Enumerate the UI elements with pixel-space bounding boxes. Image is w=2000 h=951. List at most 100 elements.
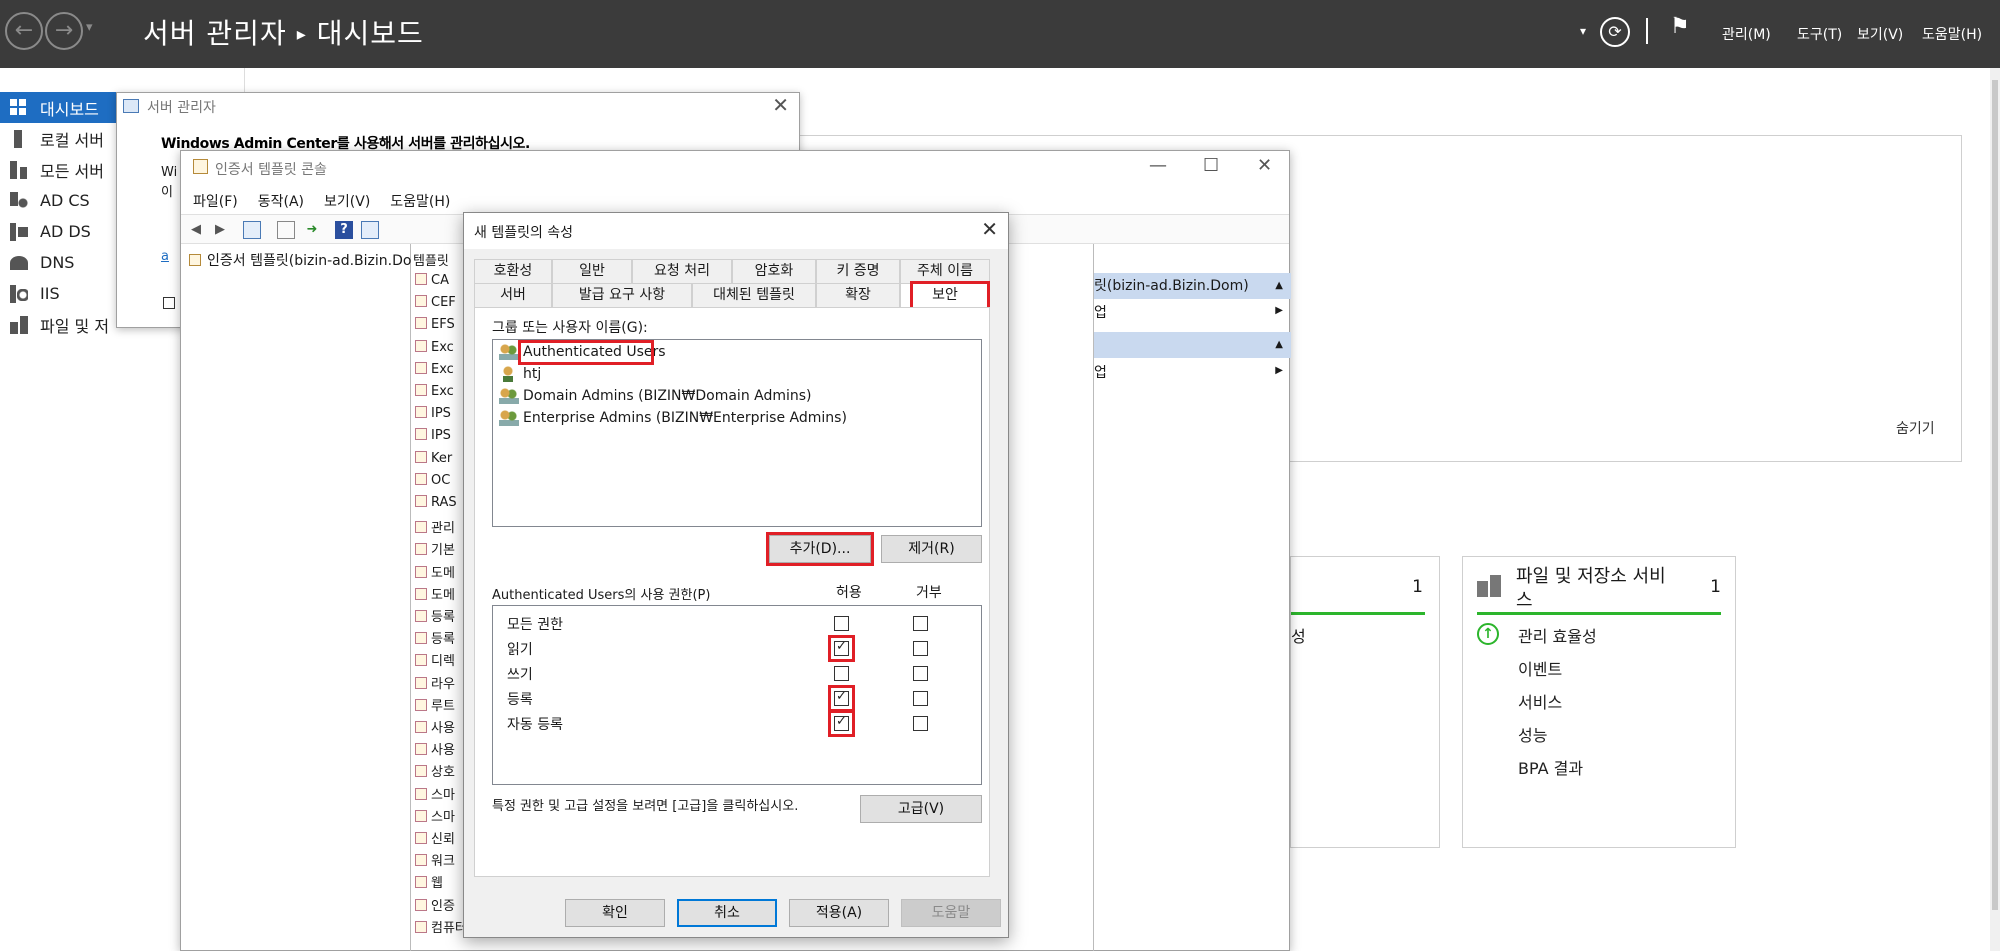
user-list[interactable]: Authenticated Users htj Domain Admins (B… — [492, 339, 982, 527]
template-list-item[interactable]: 사용 — [415, 739, 455, 758]
tab-key-attestation[interactable]: 키 증명 — [816, 259, 900, 283]
tile-row[interactable]: 성 — [1291, 623, 1306, 647]
nav-item-adcs[interactable]: AD CS — [0, 185, 120, 216]
template-list-item[interactable]: RAS — [415, 495, 457, 510]
tab-general[interactable]: 일반 — [552, 259, 632, 283]
template-list-item[interactable]: 인증 — [415, 895, 455, 914]
nav-item-local-server[interactable]: 로컬 서버 — [0, 123, 120, 154]
hide-link[interactable]: 숨기기 — [1896, 418, 1935, 438]
template-list-item[interactable]: 라우 — [415, 673, 455, 692]
menu-action[interactable]: 동작(A) — [258, 191, 304, 211]
template-list-item[interactable]: 도메 — [415, 584, 455, 603]
template-list-item[interactable]: Exc — [415, 339, 454, 355]
menu-tools[interactable]: 도구(T) — [1797, 24, 1842, 44]
properties-icon[interactable] — [277, 221, 295, 239]
template-list-item[interactable]: IPS — [415, 428, 451, 443]
collapse-icon[interactable]: ▲ — [1275, 332, 1283, 358]
template-list-item[interactable]: 기본 — [415, 539, 455, 558]
history-dropdown-icon[interactable]: ▾ — [86, 20, 93, 35]
deny-checkbox[interactable] — [913, 691, 928, 706]
forward-icon[interactable]: ▶ — [211, 221, 229, 239]
notification-dropdown-icon[interactable]: ▾ — [1580, 24, 1586, 38]
flag-icon[interactable]: ⚑ — [1670, 14, 1690, 39]
tile-row-bpa[interactable]: BPA 결과 — [1518, 755, 1583, 779]
role-tile-partial[interactable]: 1 성 — [1290, 556, 1440, 848]
remove-button[interactable]: 제거(R) — [881, 535, 982, 563]
template-list-item[interactable]: 도메 — [415, 562, 455, 581]
action-pane-icon[interactable] — [361, 221, 379, 239]
action-header-2[interactable]: ▲ — [1094, 332, 1291, 358]
scrollbar-thumb[interactable] — [1992, 80, 1998, 910]
user-item-enterprise-admins[interactable]: Enterprise Admins (BIZIN₩Enterprise Admi… — [499, 410, 847, 426]
user-item-domain-admins[interactable]: Domain Admins (BIZIN₩Domain Admins) — [499, 388, 812, 404]
nav-item-iis[interactable]: IIS — [0, 278, 120, 309]
template-list-item[interactable]: 등록 — [415, 628, 455, 647]
template-list-item[interactable]: 관리 — [415, 517, 455, 536]
user-item-htj[interactable]: htj — [499, 366, 541, 382]
tab-server[interactable]: 서버 — [474, 283, 552, 307]
tab-cryptography[interactable]: 암호화 — [732, 259, 816, 283]
menu-manage[interactable]: 관리(M) — [1722, 24, 1771, 44]
deny-checkbox[interactable] — [913, 616, 928, 631]
maximize-icon[interactable]: ☐ — [1203, 155, 1219, 176]
allow-checkbox[interactable] — [834, 666, 849, 681]
template-list-item[interactable]: 상호 — [415, 761, 455, 780]
advanced-button[interactable]: 고급(V) — [860, 795, 982, 823]
template-list-item[interactable]: 컴퓨터 — [415, 917, 467, 936]
template-list-item[interactable]: 디렉 — [415, 650, 455, 669]
deny-checkbox[interactable] — [913, 641, 928, 656]
template-list-item[interactable]: 스마 — [415, 784, 455, 803]
tab-compatibility[interactable]: 호환성 — [474, 259, 552, 283]
template-list-item[interactable]: CA — [415, 273, 449, 288]
action-more-2[interactable]: 업 ▶ — [1094, 362, 1291, 386]
template-list-item[interactable]: OC — [415, 472, 450, 488]
back-icon[interactable]: ◀ — [187, 221, 205, 239]
action-header[interactable]: 릿(bizin-ad.Bizin.Dom) ▲ — [1094, 273, 1291, 299]
template-list-item[interactable]: Ker — [415, 450, 452, 466]
nav-item-dns[interactable]: DNS — [0, 247, 120, 278]
apply-button[interactable]: 적용(A) — [789, 899, 889, 927]
forward-button[interactable]: → — [45, 12, 83, 50]
minimize-icon[interactable]: — — [1149, 155, 1167, 176]
menu-help[interactable]: 도움말(H) — [1922, 24, 1982, 44]
tile-row-services[interactable]: 서비스 — [1518, 689, 1562, 713]
template-list-item[interactable]: 웹 — [415, 872, 443, 891]
template-list-item[interactable]: 등록 — [415, 606, 455, 625]
popup-link[interactable]: a — [161, 249, 169, 264]
template-list-item[interactable]: 루트 — [415, 695, 455, 714]
template-list-item[interactable]: CEF — [415, 295, 456, 310]
refresh-icon[interactable]: ⟳ — [1600, 17, 1630, 47]
menu-file[interactable]: 파일(F) — [193, 191, 238, 211]
help-icon[interactable]: ? — [335, 221, 353, 239]
template-list-item[interactable]: IPS — [415, 406, 451, 421]
close-icon[interactable]: ✕ — [1257, 155, 1272, 176]
action-more[interactable]: 업 ▶ — [1094, 302, 1291, 326]
tile-row-performance[interactable]: 성능 — [1518, 722, 1547, 746]
nav-item-adds[interactable]: AD DS — [0, 216, 120, 247]
back-button[interactable]: ← — [5, 12, 43, 50]
file-storage-tile[interactable]: 파일 및 저장소 서비 스 1 ↑ 관리 효율성 이벤트 서비스 성능 BPA 결… — [1462, 556, 1736, 848]
template-list-item[interactable]: Exc — [415, 384, 454, 399]
template-list-item[interactable]: EFS — [415, 317, 455, 332]
help-button[interactable]: 도움말 — [901, 899, 1001, 927]
tile-row-manageability[interactable]: 관리 효율성 — [1518, 623, 1597, 647]
ok-button[interactable]: 확인 — [565, 899, 665, 927]
close-icon[interactable]: ✕ — [772, 93, 789, 117]
tab-subject-name[interactable]: 주체 이름 — [900, 259, 990, 283]
show-tree-icon[interactable] — [243, 221, 261, 239]
template-list-item[interactable]: 스마 — [415, 806, 455, 825]
nav-item-dashboard[interactable]: 대시보드 — [0, 92, 116, 123]
nav-item-file-storage[interactable]: 파일 및 저 — [0, 309, 120, 340]
tab-issuance-requirements[interactable]: 발급 요구 사항 — [552, 283, 692, 307]
tab-superseded-templates[interactable]: 대체된 템플릿 — [692, 283, 816, 307]
template-list-item[interactable]: 사용 — [415, 717, 455, 736]
tab-extensions[interactable]: 확장 — [816, 283, 900, 307]
collapse-icon[interactable]: ▲ — [1275, 273, 1283, 299]
menu-view[interactable]: 보기(V) — [324, 191, 370, 211]
tree-item-cert-templates[interactable]: 인증서 템플릿(bizin-ad.Bizin.Dom) — [189, 250, 411, 270]
dont-show-checkbox[interactable] — [163, 297, 175, 309]
close-icon[interactable]: ✕ — [981, 217, 998, 241]
page-scrollbar[interactable] — [1990, 68, 2000, 951]
export-icon[interactable]: ➜ — [303, 221, 321, 239]
deny-checkbox[interactable] — [913, 716, 928, 731]
